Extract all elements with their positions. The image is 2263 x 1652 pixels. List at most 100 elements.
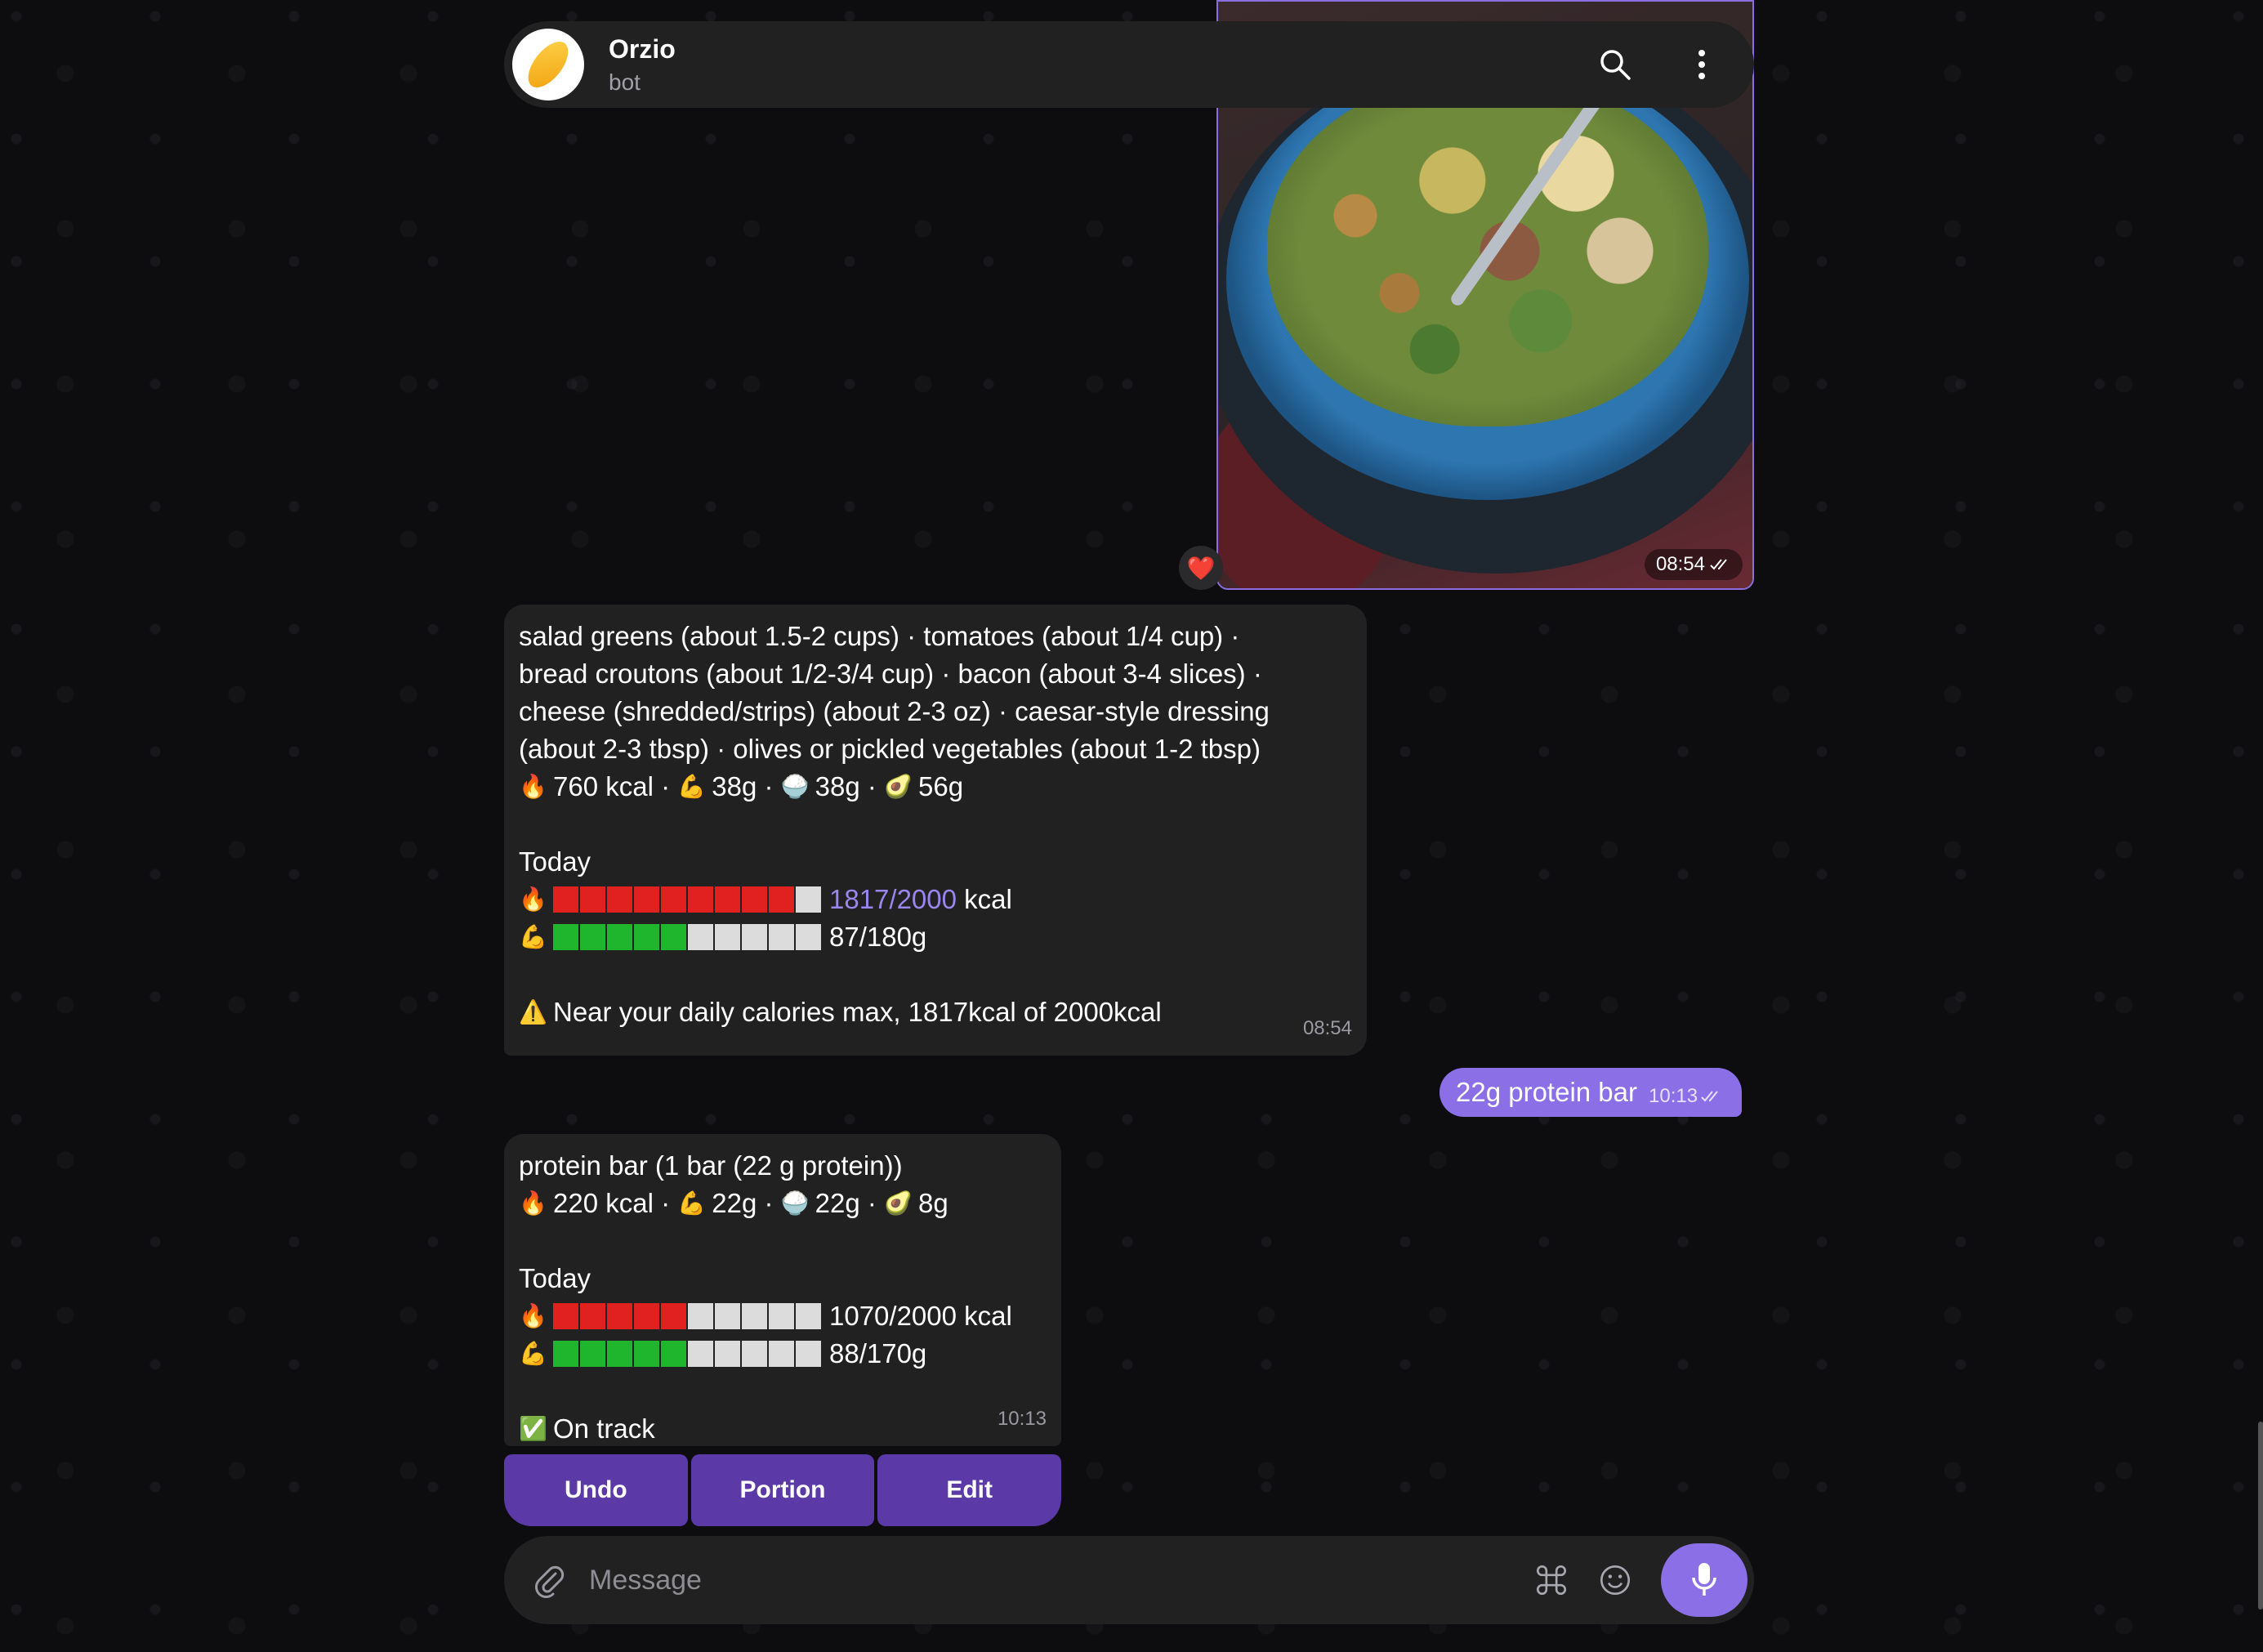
scrollbar[interactable] <box>2258 1422 2263 1610</box>
double-check-icon <box>1701 1091 1718 1102</box>
bot-message-salad[interactable]: salad greens (about 1.5-2 cups) · tomato… <box>504 605 1367 1056</box>
bot-message-protein-bar[interactable]: protein bar (1 bar (22 g protein)) 🔥 220… <box>504 1134 1061 1446</box>
progress-segment <box>769 1303 794 1329</box>
progress-segment <box>553 924 578 950</box>
progress-segment <box>715 886 740 913</box>
command-icon[interactable] <box>1533 1562 1569 1598</box>
kcal-value: 760 kcal <box>553 771 654 801</box>
progress-segment <box>661 1341 686 1367</box>
muscle-icon: 💪 <box>677 774 707 799</box>
fat-value: 8g <box>918 1188 948 1218</box>
kcal-progress-bar <box>553 1303 821 1329</box>
leaf-logo-icon <box>520 34 576 95</box>
protein-progress-text: 87/180g <box>829 922 927 952</box>
progress-segment <box>580 924 605 950</box>
edit-button[interactable]: Edit <box>877 1454 1062 1526</box>
photo-timestamp: 08:54 <box>1644 549 1743 580</box>
progress-segment <box>607 886 632 913</box>
food-line: salad greens (about 1.5-2 cups) · tomato… <box>519 621 1240 651</box>
protein-progress-text: 88/170g <box>829 1338 927 1368</box>
progress-segment <box>742 886 767 913</box>
protein-progress-row: 💪 88/170g <box>519 1335 1047 1373</box>
progress-segment <box>688 886 713 913</box>
check-icon: ✅ <box>519 1416 547 1441</box>
progress-segment <box>553 886 578 913</box>
protein-progress-bar <box>553 924 821 950</box>
progress-segment <box>688 1341 713 1367</box>
progress-segment <box>796 886 821 913</box>
progress-segment <box>715 1341 740 1367</box>
inline-keyboard: Undo Portion Edit <box>504 1454 1062 1526</box>
macros-line: 🔥 220 kcal · 💪 22g · 🍚 22g · 🥑 8g <box>519 1185 1047 1222</box>
progress-segment <box>607 924 632 950</box>
progress-segment <box>769 1341 794 1367</box>
macros-line: 🔥 760 kcal · 💪 38g · 🍚 38g · 🥑 56g <box>519 768 1352 806</box>
progress-segment <box>688 924 713 950</box>
progress-segment <box>796 1303 821 1329</box>
rice-icon: 🍚 <box>780 774 810 799</box>
more-options-icon[interactable] <box>1684 47 1720 83</box>
fire-icon: 🔥 <box>519 1303 547 1328</box>
double-check-icon <box>1710 559 1727 570</box>
kcal-unit <box>957 881 964 918</box>
progress-segment <box>769 886 794 913</box>
outgoing-message[interactable]: 22g protein bar 10:13 <box>1439 1068 1743 1117</box>
separator: · <box>757 771 781 801</box>
today-label: Today <box>519 1263 591 1293</box>
chat-title: Orzio <box>609 33 676 64</box>
muscle-icon: 💪 <box>519 1341 547 1366</box>
portion-button[interactable]: Portion <box>690 1454 875 1526</box>
kcal-progress-row: 🔥 1070/2000 kcal <box>519 1297 1047 1335</box>
composer-actions <box>1533 1543 1747 1617</box>
undo-button[interactable]: Undo <box>504 1454 688 1526</box>
message-input[interactable]: Message <box>589 1565 1533 1596</box>
progress-segment <box>634 1341 659 1367</box>
message-time: 08:54 <box>1302 1017 1352 1039</box>
chat-subtitle: bot <box>609 69 641 95</box>
today-label: Today <box>519 846 591 877</box>
avocado-icon: 🥑 <box>884 774 913 799</box>
progress-segment <box>580 1341 605 1367</box>
progress-segment <box>715 1303 740 1329</box>
progress-segment <box>742 1341 767 1367</box>
food-line: (about 2-3 tbsp) · olives or pickled veg… <box>519 734 1261 764</box>
separator: · <box>757 1188 781 1218</box>
progress-segment <box>553 1341 578 1367</box>
kcal-progress-bar <box>553 886 821 913</box>
progress-segment <box>580 886 605 913</box>
progress-segment <box>688 1303 713 1329</box>
heart-reaction[interactable]: ❤️ <box>1179 546 1223 590</box>
progress-segment <box>769 924 794 950</box>
progress-segment <box>742 1303 767 1329</box>
progress-segment <box>742 924 767 950</box>
progress-segment <box>796 924 821 950</box>
protein-progress-row: 💪 87/180g <box>519 918 1352 956</box>
kcal-progress-text[interactable]: 1817/2000 <box>829 881 957 918</box>
emoji-icon[interactable] <box>1597 1562 1633 1598</box>
avocado-icon: 🥑 <box>884 1190 913 1216</box>
outgoing-timestamp: 10:13 <box>1649 1085 1722 1108</box>
chat-title-block[interactable]: Orzio bot <box>609 34 676 96</box>
microphone-button[interactable] <box>1661 1543 1747 1617</box>
progress-segment <box>796 1341 821 1367</box>
rice-icon: 🍚 <box>780 1190 810 1216</box>
warning-icon: ⚠️ <box>519 999 547 1025</box>
message-time: 10:13 <box>997 1408 1047 1430</box>
protein-value: 22g <box>712 1188 757 1218</box>
progress-segment <box>553 1303 578 1329</box>
search-icon[interactable] <box>1597 47 1633 83</box>
progress-segment <box>634 924 659 950</box>
avatar[interactable] <box>512 29 584 100</box>
kcal-value: 220 kcal <box>553 1188 654 1218</box>
warning-text: Near your daily calories max, 1817kcal o… <box>553 997 1162 1027</box>
fire-icon: 🔥 <box>519 1190 547 1216</box>
progress-segment <box>607 1341 632 1367</box>
photo-time: 08:54 <box>1655 553 1705 575</box>
kcal-progress-text: 1070/2000 kcal <box>829 1301 1012 1331</box>
message-composer: Message <box>504 1536 1754 1624</box>
outgoing-time: 10:13 <box>1649 1085 1698 1107</box>
chat-header[interactable]: Orzio bot <box>504 21 1754 108</box>
muscle-icon: 💪 <box>519 924 547 949</box>
heart-icon: ❤️ <box>1186 555 1216 581</box>
attach-icon[interactable] <box>529 1560 569 1601</box>
